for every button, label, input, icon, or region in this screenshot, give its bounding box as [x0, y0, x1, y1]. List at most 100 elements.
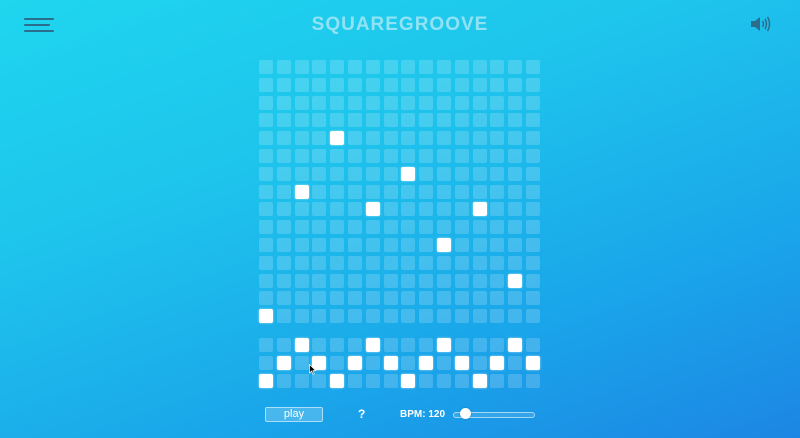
melody-cell[interactable]: [454, 77, 469, 92]
melody-cell[interactable]: [347, 237, 362, 252]
melody-cell[interactable]: [436, 291, 451, 306]
drum-cell[interactable]: [312, 373, 327, 388]
melody-cell[interactable]: [259, 309, 273, 324]
melody-cell[interactable]: [365, 273, 380, 288]
drum-cell[interactable]: [454, 373, 469, 388]
melody-cell[interactable]: [259, 77, 273, 92]
melody-cell[interactable]: [401, 166, 416, 181]
melody-cell[interactable]: [383, 166, 398, 181]
melody-cell[interactable]: [472, 166, 487, 181]
melody-cell[interactable]: [276, 148, 291, 163]
melody-cell[interactable]: [508, 60, 523, 74]
melody-cell[interactable]: [525, 60, 540, 74]
melody-cell[interactable]: [436, 184, 451, 199]
melody-cell[interactable]: [419, 202, 434, 217]
drum-cell[interactable]: [365, 338, 380, 352]
melody-cell[interactable]: [525, 202, 540, 217]
melody-cell[interactable]: [401, 113, 416, 128]
melody-cell[interactable]: [312, 291, 327, 306]
drum-cell[interactable]: [259, 373, 273, 388]
melody-cell[interactable]: [472, 291, 487, 306]
melody-cell[interactable]: [525, 166, 540, 181]
drum-cell[interactable]: [294, 373, 309, 388]
melody-cell[interactable]: [294, 220, 309, 235]
melody-cell[interactable]: [525, 273, 540, 288]
melody-cell[interactable]: [347, 220, 362, 235]
melody-cell[interactable]: [401, 77, 416, 92]
drum-cell[interactable]: [436, 355, 451, 370]
melody-cell[interactable]: [312, 220, 327, 235]
drum-cell[interactable]: [419, 338, 434, 352]
drum-cell[interactable]: [454, 338, 469, 352]
melody-cell[interactable]: [419, 113, 434, 128]
melody-cell[interactable]: [259, 220, 273, 235]
melody-cell[interactable]: [508, 184, 523, 199]
melody-cell[interactable]: [276, 113, 291, 128]
melody-cell[interactable]: [365, 113, 380, 128]
melody-cell[interactable]: [259, 131, 273, 146]
melody-cell[interactable]: [347, 184, 362, 199]
drum-cell[interactable]: [401, 373, 416, 388]
melody-cell[interactable]: [330, 273, 345, 288]
melody-cell[interactable]: [508, 309, 523, 324]
melody-cell[interactable]: [365, 309, 380, 324]
melody-cell[interactable]: [347, 77, 362, 92]
melody-cell[interactable]: [259, 273, 273, 288]
melody-cell[interactable]: [312, 237, 327, 252]
melody-cell[interactable]: [525, 131, 540, 146]
melody-cell[interactable]: [276, 95, 291, 110]
melody-cell[interactable]: [294, 77, 309, 92]
bpm-slider[interactable]: [453, 408, 535, 421]
melody-cell[interactable]: [383, 60, 398, 74]
drum-cell[interactable]: [508, 338, 523, 352]
melody-cell[interactable]: [472, 184, 487, 199]
melody-cell[interactable]: [419, 166, 434, 181]
melody-cell[interactable]: [490, 255, 505, 270]
melody-cell[interactable]: [472, 273, 487, 288]
melody-cell[interactable]: [365, 255, 380, 270]
melody-cell[interactable]: [259, 184, 273, 199]
drum-cell[interactable]: [472, 338, 487, 352]
drum-cell[interactable]: [276, 373, 291, 388]
melody-cell[interactable]: [276, 220, 291, 235]
melody-cell[interactable]: [259, 237, 273, 252]
melody-cell[interactable]: [436, 309, 451, 324]
drum-cell[interactable]: [330, 338, 345, 352]
drum-cell[interactable]: [383, 338, 398, 352]
melody-cell[interactable]: [383, 291, 398, 306]
drum-cell[interactable]: [294, 355, 309, 370]
drum-cell[interactable]: [508, 373, 523, 388]
melody-cell[interactable]: [490, 113, 505, 128]
melody-cell[interactable]: [383, 148, 398, 163]
melody-cell[interactable]: [365, 131, 380, 146]
drum-cell[interactable]: [347, 338, 362, 352]
melody-cell[interactable]: [419, 184, 434, 199]
melody-cell[interactable]: [383, 113, 398, 128]
melody-cell[interactable]: [294, 60, 309, 74]
melody-cell[interactable]: [454, 184, 469, 199]
melody-cell[interactable]: [436, 95, 451, 110]
melody-cell[interactable]: [276, 237, 291, 252]
melody-cell[interactable]: [347, 202, 362, 217]
melody-cell[interactable]: [454, 255, 469, 270]
drum-cell[interactable]: [347, 373, 362, 388]
drum-cell[interactable]: [472, 373, 487, 388]
melody-cell[interactable]: [454, 291, 469, 306]
melody-cell[interactable]: [401, 255, 416, 270]
melody-cell[interactable]: [508, 95, 523, 110]
melody-cell[interactable]: [330, 60, 345, 74]
melody-cell[interactable]: [276, 255, 291, 270]
melody-cell[interactable]: [365, 60, 380, 74]
melody-cell[interactable]: [294, 113, 309, 128]
melody-cell[interactable]: [508, 202, 523, 217]
melody-cell[interactable]: [436, 220, 451, 235]
melody-cell[interactable]: [525, 237, 540, 252]
melody-cell[interactable]: [330, 291, 345, 306]
melody-cell[interactable]: [525, 148, 540, 163]
melody-cell[interactable]: [347, 273, 362, 288]
melody-cell[interactable]: [365, 220, 380, 235]
melody-cell[interactable]: [259, 113, 273, 128]
drum-cell[interactable]: [419, 373, 434, 388]
melody-cell[interactable]: [401, 148, 416, 163]
drum-cell[interactable]: [294, 338, 309, 352]
